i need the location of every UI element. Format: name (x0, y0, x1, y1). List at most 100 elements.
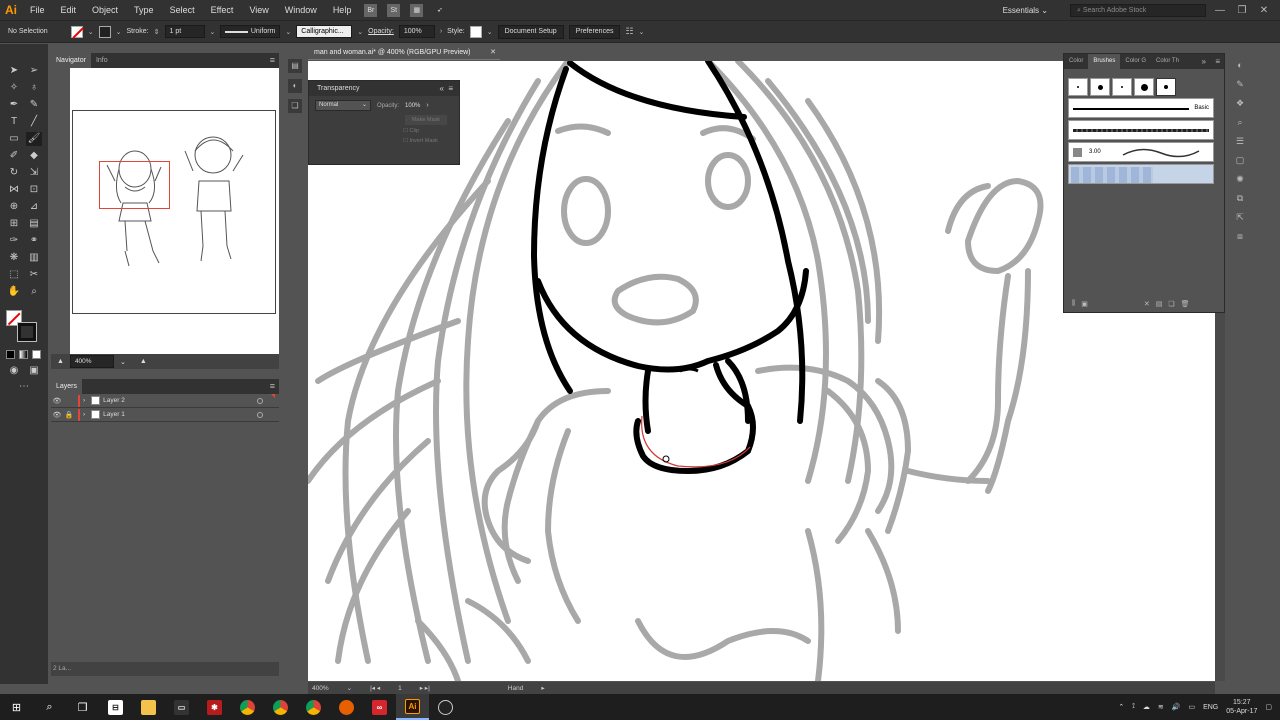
transform-panel-icon[interactable]: ▢ (1233, 153, 1247, 167)
export-panel-icon[interactable]: ⇱ (1233, 210, 1247, 224)
zoom-out-icon[interactable]: ▲ (57, 358, 64, 365)
stock-search-input[interactable]: ⌕ Search Adobe Stock (1070, 3, 1206, 17)
new-brush-icon[interactable]: ❏ (1168, 300, 1174, 308)
illustrator-taskbar-icon[interactable]: Ai (396, 694, 429, 720)
column-graph-tool-icon[interactable]: ▥ (26, 251, 42, 265)
menu-edit[interactable]: Edit (53, 0, 85, 20)
color-mode-icon[interactable] (6, 350, 15, 359)
color-panel-icon[interactable]: ◐ (1233, 58, 1247, 72)
zoom-tool-icon[interactable]: ⌕ (26, 285, 42, 299)
menu-type[interactable]: Type (126, 0, 162, 20)
layer-name[interactable]: Layer 2 (103, 397, 125, 404)
workspace-switcher[interactable]: Essentials ⌄ (1003, 6, 1064, 15)
brush-dot[interactable] (1068, 78, 1088, 96)
align-panel-icon[interactable]: ☰ (1233, 134, 1247, 148)
menu-file[interactable]: File (22, 0, 53, 20)
document-setup-button[interactable]: Document Setup (497, 24, 564, 39)
pen-tool-icon[interactable]: ✒ (6, 98, 22, 112)
brush-dot[interactable] (1112, 78, 1132, 96)
blend-tool-icon[interactable]: ⚭ (26, 234, 42, 248)
artboard-number[interactable]: 1 (398, 685, 402, 692)
menu-effect[interactable]: Effect (203, 0, 242, 20)
layer-row[interactable]: 👁 › Layer 2 (51, 394, 279, 408)
graphic-styles-panel-icon[interactable]: ❏ (288, 99, 302, 113)
chevron-down-icon[interactable]: ⌄ (88, 28, 94, 36)
symbol-sprayer-tool-icon[interactable]: ❋ (6, 251, 22, 265)
chevron-down-icon[interactable]: ⌄ (357, 28, 363, 36)
navigator-view-box[interactable] (99, 161, 170, 209)
obs-icon[interactable] (429, 694, 462, 720)
tab-info[interactable]: Info (91, 53, 113, 68)
panel-menu-icon[interactable]: ≡ (270, 53, 275, 68)
delete-icon[interactable]: 🗑 (1181, 300, 1190, 308)
symbols-panel-icon[interactable]: ❖ (1233, 96, 1247, 110)
layer-row[interactable]: 👁 🔒 › Layer 1 (51, 408, 279, 422)
creative-cloud-icon[interactable]: ∞ (363, 694, 396, 720)
chevron-down-icon[interactable]: ⌄ (210, 28, 216, 36)
navigator-zoom-field[interactable]: 400% (69, 355, 114, 368)
clock[interactable]: 15:27 05-Apr-17 (1226, 698, 1257, 716)
opacity-label[interactable]: Opacity: (368, 28, 394, 35)
lock-icon[interactable]: 🔒 (63, 411, 75, 419)
search-icon[interactable]: ⌕ (33, 694, 66, 720)
brush-library-icon[interactable]: ⫼ (1072, 300, 1075, 308)
chevron-right-icon[interactable]: › (83, 411, 85, 418)
stroke-color-icon[interactable] (17, 322, 37, 342)
free-transform-tool-icon[interactable]: ⊡ (26, 183, 42, 197)
close-icon[interactable]: ✕ (1256, 5, 1272, 16)
selection-tool-icon[interactable]: ➤ (6, 64, 22, 78)
terminal-icon[interactable]: ▭ (165, 694, 198, 720)
type-tool-icon[interactable]: T (6, 115, 22, 129)
opacity-field[interactable]: 100% (398, 25, 435, 38)
curvature-tool-icon[interactable]: ✎ (26, 98, 42, 112)
monitor-icon[interactable]: ▭ (1188, 703, 1195, 711)
brushes-panel-icon[interactable]: ✎ (1233, 77, 1247, 91)
calligraphic-brush-row[interactable]: 3.00 (1068, 142, 1214, 162)
chevron-right-icon[interactable]: › (426, 102, 428, 109)
chrome-icon[interactable] (264, 694, 297, 720)
eyedropper-tool-icon[interactable]: ✑ (6, 234, 22, 248)
bridge-button[interactable]: Br (364, 3, 378, 17)
libraries-icon[interactable]: ▣ (1081, 300, 1088, 308)
stroke-label[interactable]: Stroke: (126, 28, 148, 35)
mesh-tool-icon[interactable]: ⊞ (6, 217, 22, 231)
status-tool[interactable]: Hand (508, 685, 524, 692)
tab-color-guide[interactable]: Color G (1120, 54, 1151, 69)
edit-toolbar-icon[interactable]: ⋯ (16, 380, 32, 394)
arrange-documents-icon[interactable]: ▦ (410, 3, 424, 17)
firefox-icon[interactable] (330, 694, 363, 720)
panel-menu-icon[interactable]: ≡ (270, 379, 275, 394)
stroke-swatch[interactable] (98, 25, 111, 38)
minimize-icon[interactable]: — (1212, 5, 1228, 16)
collapse-icon[interactable]: « ≡ (439, 84, 453, 93)
libraries-panel-icon[interactable]: ⌕ (1233, 115, 1247, 129)
none-mode-icon[interactable] (32, 350, 41, 359)
shape-builder-tool-icon[interactable]: ⊕ (6, 200, 22, 214)
zoom-in-icon[interactable]: ▲ (140, 358, 147, 365)
gradient-mode-icon[interactable] (19, 350, 28, 359)
chevron-down-icon[interactable]: ⌄ (116, 28, 122, 36)
tab-navigator[interactable]: Navigator (51, 53, 91, 68)
artboard-tool-icon[interactable]: ⬚ (6, 268, 22, 282)
screen-mode-icon[interactable]: ▣ (26, 364, 42, 378)
graphic-style-swatch[interactable] (469, 25, 482, 38)
panel-menu-icon[interactable]: ≡ (1215, 54, 1220, 69)
maximize-icon[interactable]: ❐ (1234, 5, 1250, 16)
visibility-eye-icon[interactable]: 👁 (51, 411, 63, 419)
stepper-icon[interactable]: ⇕ (154, 28, 160, 36)
make-mask-button[interactable]: Make Mask (405, 115, 447, 125)
stock-button[interactable]: St (387, 3, 401, 17)
invert-mask-checkbox[interactable]: ☐ Invert Mask (403, 135, 459, 147)
tab-color-themes[interactable]: Color Th (1151, 54, 1184, 69)
stroke-weight-field[interactable]: 1 pt (164, 25, 205, 38)
chevron-right-icon[interactable]: › (83, 397, 85, 404)
pathfinder-panel-icon[interactable]: ⧉ (1233, 191, 1247, 205)
document-tab[interactable]: man and woman.ai* @ 400% (RGB/GPU Previe… (308, 45, 500, 60)
app-red-icon[interactable]: ✱ (198, 694, 231, 720)
drawing-mode-icon[interactable]: ◉ (6, 364, 22, 378)
shaper-tool-icon[interactable]: ✐ (6, 149, 22, 163)
menu-object[interactable]: Object (84, 0, 126, 20)
vertical-scrollbar[interactable] (1215, 313, 1225, 681)
appearance-panel-icon[interactable]: ◐ (288, 79, 302, 93)
tab-brushes[interactable]: Brushes (1088, 54, 1121, 69)
